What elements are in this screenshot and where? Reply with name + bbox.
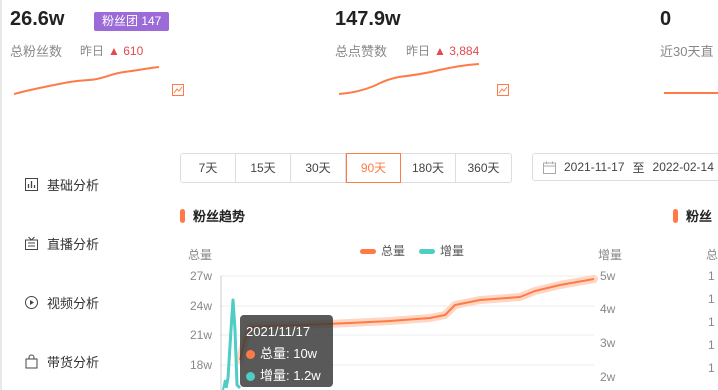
right-chart-tick: 1 — [708, 315, 715, 329]
right-chart-tick: 1 — [708, 269, 715, 283]
fans-trend-chart[interactable] — [0, 0, 718, 390]
series-increase-line-left — [222, 379, 227, 390]
right-chart-tick: 1 — [708, 361, 715, 375]
tooltip-total: 总量: 10w — [246, 343, 327, 365]
chart-tooltip: 2021/11/17 总量: 10w 增量: 1.2w — [240, 315, 333, 387]
right-chart-axis-title: 总 — [706, 248, 718, 262]
right-chart-tick: 1 — [708, 338, 715, 352]
series-increase-line — [224, 298, 242, 390]
tooltip-increase: 增量: 1.2w — [246, 365, 327, 387]
tooltip-date: 2021/11/17 — [246, 324, 311, 339]
right-chart-tick: 1 — [708, 292, 715, 306]
